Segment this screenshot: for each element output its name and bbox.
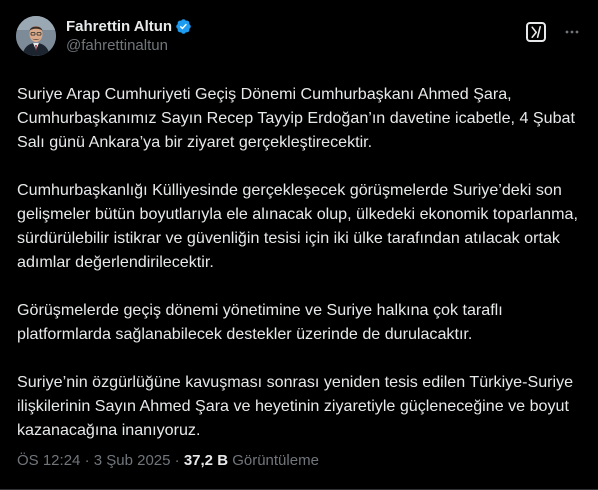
- avatar[interactable]: [16, 16, 56, 56]
- views-count[interactable]: 37,2 B: [184, 452, 228, 469]
- grok-button[interactable]: [526, 22, 546, 42]
- views-label: Görüntüleme: [232, 452, 319, 469]
- meta-separator: ·: [84, 452, 90, 469]
- post-date[interactable]: 3 Şub 2025: [94, 452, 171, 469]
- tweet-header: Fahrettin Altun @fahrettinaltun: [16, 14, 192, 58]
- user-avatar-icon: [16, 16, 56, 56]
- verified-badge-icon[interactable]: [175, 18, 192, 35]
- tweet: Fahrettin Altun @fahrettinaltun Suriye A…: [0, 0, 598, 490]
- display-name-row: Fahrettin Altun: [66, 16, 192, 36]
- tweet-paragraph: Suriye’nin özgürlüğüne kavuşması sonrası…: [17, 373, 574, 439]
- more-options-button[interactable]: [564, 24, 580, 40]
- tweet-paragraph: Suriye Arap Cumhuriyeti Geçiş Dönemi Cum…: [17, 85, 575, 151]
- tweet-metadata: ÖS 12:24 · 3 Şub 2025 · 37,2 B Görüntüle…: [17, 451, 319, 471]
- tweet-text: Suriye Arap Cumhuriyeti Geçiş Dönemi Cum…: [17, 82, 587, 442]
- display-name[interactable]: Fahrettin Altun: [66, 18, 172, 35]
- grok-icon: [531, 26, 541, 38]
- author-names: Fahrettin Altun @fahrettinaltun: [66, 16, 192, 56]
- tweet-paragraph: Cumhurbaşkanlığı Külliyesinde gerçekleşe…: [17, 181, 578, 271]
- tweet-paragraph: Görüşmelerde geçiş dönemi yönetimine ve …: [17, 301, 503, 343]
- more-options-icon: [565, 30, 579, 34]
- post-time[interactable]: ÖS 12:24: [17, 452, 80, 469]
- meta-separator: ·: [174, 452, 180, 469]
- author-handle[interactable]: @fahrettinaltun: [66, 36, 192, 56]
